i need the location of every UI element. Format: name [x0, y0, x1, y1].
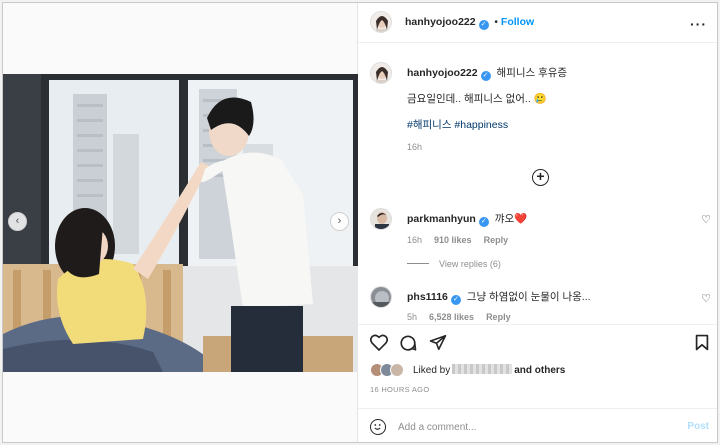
post-time-ago: 16 HOURS AGO	[370, 385, 430, 394]
reply-button[interactable]: Reply	[484, 235, 509, 245]
post-window: ‹ › hanhyojoo222 ✓ • Follow ··· hanhyojoo2…	[2, 2, 718, 443]
comment-icon[interactable]	[399, 334, 417, 355]
verified-badge-icon: ✓	[480, 71, 491, 81]
add-comment-input[interactable]	[398, 418, 668, 436]
post-actions-bar	[358, 324, 717, 360]
caption-hashtags[interactable]: #해피니스 #happiness	[407, 117, 508, 132]
more-horizontal-icon[interactable]: ···	[690, 16, 707, 32]
reply-button[interactable]: Reply	[486, 312, 511, 322]
chevron-left-icon[interactable]: ‹	[8, 212, 27, 231]
comment-username[interactable]: parkmanhyun	[407, 213, 476, 225]
comment-meta: 16h 910 likes Reply	[407, 235, 520, 245]
liked-by-text: Liked by and others	[413, 364, 565, 376]
heart-icon[interactable]	[369, 334, 389, 354]
blurred-username	[452, 364, 513, 374]
liked-by-prefix: Liked by	[413, 365, 451, 376]
follow-button[interactable]: Follow	[501, 16, 534, 28]
avatar[interactable]	[370, 11, 392, 33]
caption-username[interactable]: hanhyojoo222	[407, 67, 478, 79]
heart-icon[interactable]: ♡	[701, 213, 711, 226]
comment-text: 꺄오	[494, 213, 515, 225]
comment-likes[interactable]: 910 likes	[434, 235, 472, 245]
post-side-panel: hanhyojoo222 ✓ • Follow ··· hanhyojoo222 ✓ …	[358, 3, 717, 442]
likes-summary: Liked by and others	[370, 363, 710, 379]
caption-avatar[interactable]	[370, 62, 392, 84]
chevron-right-icon[interactable]: ›	[330, 212, 349, 231]
comment-text-line: parkmanhyun ✓ 꺄오❤️	[407, 211, 527, 227]
divider	[407, 263, 429, 264]
comment-meta: 5h 6,528 likes Reply	[407, 312, 523, 322]
view-replies-button[interactable]: View replies (6)	[407, 259, 501, 269]
post-header: hanhyojoo222 ✓ • Follow ···	[358, 3, 717, 43]
liked-by-suffix[interactable]: and others	[514, 365, 565, 376]
post-photo	[3, 74, 358, 372]
red-heart-emoji: ❤️	[514, 213, 528, 225]
avatar	[390, 363, 404, 377]
comment-avatar[interactable]	[370, 208, 392, 230]
liked-by-avatars[interactable]	[370, 363, 410, 377]
share-icon[interactable]	[429, 334, 447, 354]
comment-text: 그냥 하염없이 눈물이 나옹...	[466, 291, 591, 303]
smiling-tear-emoji: 🥲	[533, 93, 547, 105]
heart-icon[interactable]: ♡	[701, 292, 711, 305]
add-circle-icon[interactable]: +	[532, 169, 549, 186]
bookmark-icon[interactable]	[695, 334, 709, 354]
comment-text-line: phs1116 ✓ 그냥 하염없이 눈물이 나옹...	[407, 289, 591, 305]
photo-illustration	[3, 74, 358, 372]
post-username[interactable]: hanhyojoo222	[405, 16, 476, 28]
caption-title: 해피니스 후유증	[496, 67, 568, 79]
caption-first-line: hanhyojoo222 ✓ 해피니스 후유증	[407, 65, 567, 81]
verified-badge-icon: ✓	[478, 217, 489, 227]
comment-username[interactable]: phs1116	[407, 291, 448, 303]
verified-badge-icon: ✓	[450, 295, 461, 305]
comment-likes[interactable]: 6,528 likes	[429, 312, 474, 322]
separator-dot: •	[494, 17, 498, 28]
verified-badge-icon: ✓	[478, 20, 489, 30]
post-comment-button[interactable]: Post	[687, 421, 709, 432]
comment-avatar[interactable]	[370, 286, 392, 308]
post-author: hanhyojoo222 ✓ • Follow	[405, 16, 534, 30]
post-media-panel: ‹ ›	[3, 3, 358, 442]
comment-time: 5h	[407, 312, 418, 322]
comment-time: 16h	[407, 235, 423, 245]
caption-time: 16h	[407, 142, 423, 152]
caption-body: 금요일인데.. 해피니스 없어.. 🥲	[407, 91, 547, 106]
add-comment-bar: Post	[358, 408, 717, 442]
caption-line: 금요일인데.. 해피니스 없어..	[407, 93, 531, 105]
emoji-icon[interactable]	[370, 419, 386, 435]
view-replies-label: View replies (6)	[439, 259, 501, 269]
